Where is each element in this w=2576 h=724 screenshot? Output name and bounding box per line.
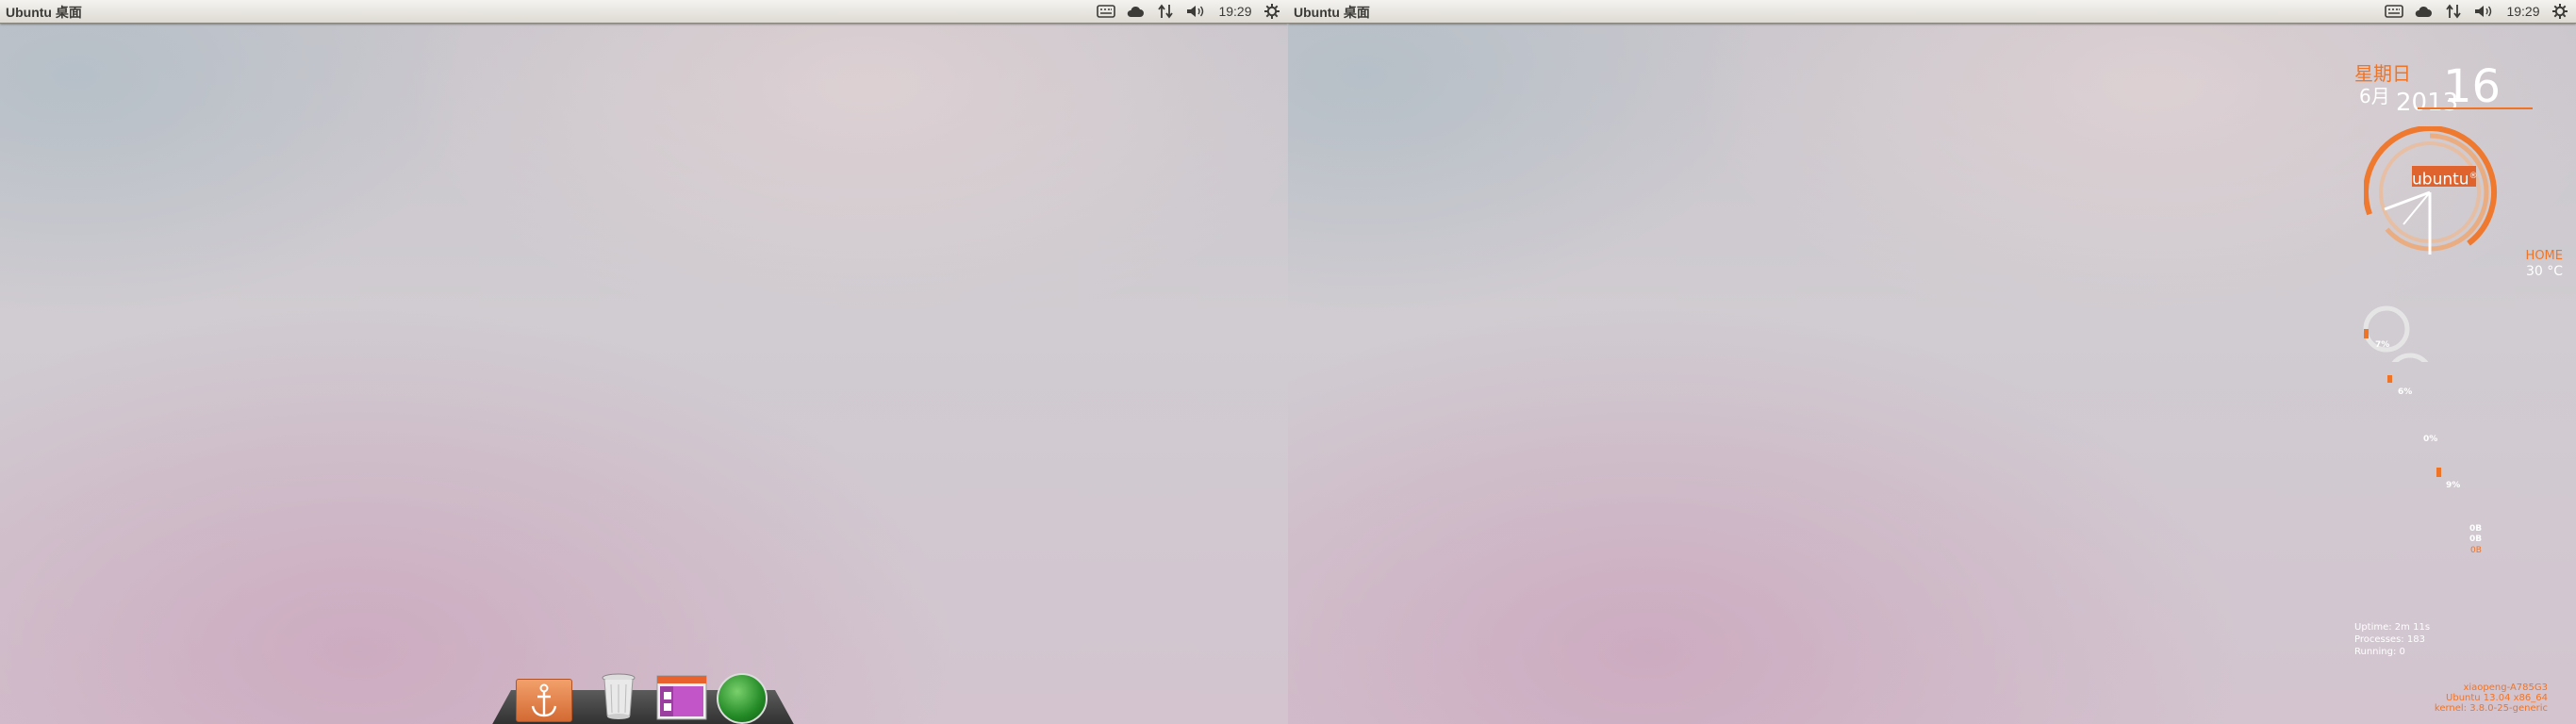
keyboard-icon[interactable] <box>2383 2 2405 21</box>
hostname: xiaopeng-A785G3 <box>2463 683 2548 693</box>
top-panel: Ubuntu 桌面 19:29 <box>0 0 1288 24</box>
anchor-app-icon[interactable] <box>516 679 572 722</box>
cloud-icon[interactable] <box>2412 2 2435 21</box>
panel-title[interactable]: Ubuntu 桌面 <box>1294 3 1370 22</box>
cpu-arc-4 <box>2436 468 2441 477</box>
network-arrows-icon[interactable] <box>2442 2 2465 21</box>
trash-icon[interactable] <box>600 673 637 720</box>
cpu-arc-1 <box>2364 329 2369 338</box>
cpu-1-percent: 7% <box>2375 340 2390 350</box>
panel-title[interactable]: Ubuntu 桌面 <box>6 3 82 22</box>
desktop-right[interactable]: Ubuntu 桌面 19:29 星期日 6月 2013 16 ubuntu® H… <box>1288 0 2576 724</box>
gear-icon[interactable] <box>2550 2 2570 21</box>
system-stats: Uptime: 2m 11s Processes: 183 Running: 0 <box>2354 621 2430 658</box>
kernel-version: kernel: 3.8.0-25-generic <box>2434 703 2548 714</box>
cpu-4-percent: 9% <box>2446 481 2461 490</box>
cpu-3-percent: 0% <box>2423 435 2438 444</box>
os-version: Ubuntu 13.04 x86_64 <box>2446 693 2548 703</box>
cpu-2-percent: 6% <box>2398 387 2413 397</box>
gear-icon[interactable] <box>1262 2 1282 21</box>
top-panel: Ubuntu 桌面 19:29 <box>1288 0 2576 24</box>
dock <box>490 673 796 724</box>
cpu-arc-2 <box>2387 375 2392 383</box>
desktop-left[interactable]: Ubuntu 桌面 19:29 <box>0 0 1288 724</box>
host-info: xiaopeng-A785G3 Ubuntu 13.04 x86_64 kern… <box>2435 683 2548 714</box>
clock[interactable]: 19:29 <box>2502 2 2544 21</box>
window-app-icon[interactable] <box>656 675 707 720</box>
volume-icon[interactable] <box>1184 2 1207 21</box>
net-total: 0B <box>2470 546 2482 555</box>
running: Running: 0 <box>2354 647 2405 657</box>
green-orb-icon[interactable] <box>717 673 768 724</box>
clock[interactable]: 19:29 <box>1214 2 1256 21</box>
cloud-icon[interactable] <box>1124 2 1147 21</box>
net-up: 0B <box>2469 535 2483 544</box>
cpu-rings <box>2363 305 2429 362</box>
net-down: 0B <box>2469 524 2483 534</box>
processes: Processes: 183 <box>2354 634 2425 645</box>
volume-icon[interactable] <box>2472 2 2495 21</box>
network-arrows-icon[interactable] <box>1154 2 1177 21</box>
conky-widget: 星期日 6月 2013 16 ubuntu® HOME 30 °C 7% 6% … <box>2231 23 2576 724</box>
keyboard-icon[interactable] <box>1095 2 1117 21</box>
uptime: Uptime: 2m 11s <box>2354 622 2431 633</box>
